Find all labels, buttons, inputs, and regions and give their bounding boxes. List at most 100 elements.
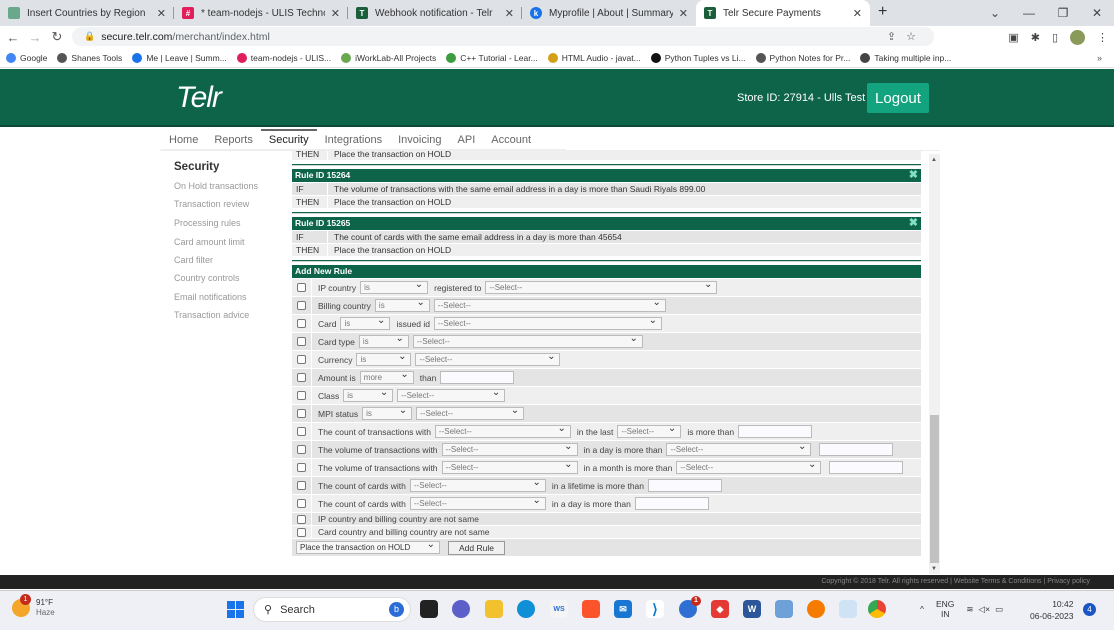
browser-tab[interactable]: #* team-nodejs - ULIS Technology✕	[174, 0, 348, 26]
sidebar-item-transaction-review[interactable]: Transaction review	[174, 199, 249, 209]
ip-country-select[interactable]: --Select--	[485, 279, 718, 294]
ip-country-checkbox[interactable]	[297, 283, 306, 292]
anydesk-icon[interactable]: ◆	[711, 600, 729, 618]
close-tab-icon[interactable]: ✕	[679, 7, 688, 20]
sidebar-item-processing-rules[interactable]: Processing rules	[174, 218, 241, 228]
volume-day-checkbox[interactable]	[297, 445, 306, 454]
wifi-icon[interactable]: ≋	[966, 604, 973, 615]
bookmark-item[interactable]: Python Notes for Pr...	[755, 52, 850, 63]
menu-invoicing[interactable]: Invoicing	[398, 132, 441, 149]
forward-icon[interactable]: →	[26, 30, 44, 45]
sidebar-item-country-controls[interactable]: Country controls	[174, 273, 240, 283]
thunderbird-icon[interactable]: 1	[679, 596, 701, 618]
cards-lifetime-checkbox[interactable]	[297, 481, 306, 490]
count-transactions-checkbox[interactable]	[297, 427, 306, 436]
scroll-down-icon[interactable]: ▼	[931, 566, 937, 572]
minimize-icon[interactable]: —	[1012, 6, 1046, 20]
mpi-status-checkbox[interactable]	[297, 409, 306, 418]
currency-select[interactable]: --Select--	[415, 351, 561, 366]
telr-logo[interactable]: Telr	[176, 81, 222, 115]
resource-monitor-icon[interactable]	[839, 600, 857, 618]
content-scrollbar[interactable]: ▲ ▼	[929, 154, 940, 574]
menu-api[interactable]: API	[458, 132, 476, 149]
billing-country-checkbox[interactable]	[297, 301, 306, 310]
amount-op-select[interactable]: more	[359, 369, 414, 384]
cards-lifetime-input[interactable]	[648, 479, 723, 492]
sidebar-item-on-hold[interactable]: On Hold transactions	[174, 181, 258, 191]
windows-start-icon[interactable]	[227, 601, 244, 618]
browser-tab-active[interactable]: T Telr Secure Payments ✕	[696, 0, 870, 26]
bookmark-item[interactable]: Google	[6, 52, 47, 63]
bookmark-star-icon[interactable]: ☆	[906, 31, 926, 43]
bookmark-item[interactable]: team-nodejs - ULIS...	[236, 52, 331, 63]
weather-widget[interactable]: 1 91°F Haze	[12, 594, 55, 618]
menu-reports[interactable]: Reports	[214, 132, 253, 149]
volume-day-field-select[interactable]: --Select--	[441, 441, 578, 456]
sidebar-item-card-filter[interactable]: Card filter	[174, 255, 213, 265]
profile-avatar[interactable]	[1070, 29, 1085, 45]
count-transactions-field-select[interactable]: --Select--	[434, 423, 571, 438]
billing-country-select[interactable]: --Select--	[433, 297, 666, 312]
sidebar-item-email-notifications[interactable]: Email notifications	[174, 292, 247, 302]
cards-day-checkbox[interactable]	[297, 499, 306, 508]
count-transactions-period-select[interactable]: --Select--	[617, 423, 682, 438]
volume-month-input[interactable]	[829, 461, 904, 474]
bookmark-item[interactable]: C++ Tutorial - Lear...	[446, 52, 538, 63]
reload-icon[interactable]: ↻	[48, 29, 66, 45]
bookmark-item[interactable]: iWorkLab-All Projects	[341, 52, 436, 63]
task-view-icon[interactable]	[420, 600, 438, 618]
teams-chat-icon[interactable]	[452, 600, 470, 618]
amount-input[interactable]	[440, 371, 515, 384]
edge-icon[interactable]	[517, 600, 535, 618]
volume-month-checkbox[interactable]	[297, 463, 306, 472]
side-panel-icon[interactable]: ▯	[1052, 31, 1058, 44]
card-type-op-select[interactable]: is	[358, 333, 409, 348]
lock-icon[interactable]: 🔒	[84, 31, 95, 42]
class-checkbox[interactable]	[297, 391, 306, 400]
browser-tab[interactable]: T Webhook notification - Telr ✕	[348, 0, 522, 26]
card-op-select[interactable]: is	[340, 315, 391, 330]
menu-kebab-icon[interactable]: ⋮	[1097, 31, 1108, 44]
bookmark-item[interactable]: Taking multiple inp...	[860, 52, 951, 63]
logout-button[interactable]: Logout	[867, 83, 929, 113]
tab-search-icon[interactable]: ⌄	[978, 6, 1012, 20]
language-indicator[interactable]: ENG IN	[936, 599, 954, 619]
currency-op-select[interactable]: is	[356, 351, 412, 366]
sidebar-item-transaction-advice[interactable]: Transaction advice	[174, 310, 249, 320]
mail-icon[interactable]: ✉	[614, 600, 632, 618]
restore-icon[interactable]: ❐	[1046, 6, 1080, 20]
vscode-icon[interactable]: ⟩	[646, 600, 664, 618]
bookmark-item[interactable]: HTML Audio - javat...	[547, 52, 641, 63]
class-op-select[interactable]: is	[343, 387, 394, 402]
card-checkbox[interactable]	[297, 319, 306, 328]
billing-country-op-select[interactable]: is	[374, 297, 430, 312]
new-tab-button[interactable]: +	[878, 0, 887, 26]
count-transactions-input[interactable]	[738, 425, 813, 438]
chrome-icon[interactable]	[868, 600, 886, 618]
cards-day-field-select[interactable]: --Select--	[409, 495, 546, 510]
card-type-select[interactable]: --Select--	[412, 333, 643, 348]
close-tab-icon[interactable]: ✕	[853, 7, 862, 20]
ip-billing-mismatch-checkbox[interactable]	[297, 514, 306, 524]
mpi-status-select[interactable]: --Select--	[416, 405, 525, 420]
card-issuer-select[interactable]: --Select--	[434, 315, 662, 330]
volume-muted-icon[interactable]: ◁×	[979, 604, 991, 615]
browser-tab[interactable]: Insert Countries by Region ✕	[0, 0, 174, 26]
menu-integrations[interactable]: Integrations	[325, 132, 382, 149]
volume-day-input[interactable]	[819, 443, 894, 456]
url-input[interactable]: 🔒 secure.telr.com/merchant/index.html ⇪☆	[72, 27, 934, 46]
word-icon[interactable]: W	[743, 600, 761, 618]
notification-badge[interactable]: 4	[1083, 603, 1096, 616]
card-type-checkbox[interactable]	[297, 337, 306, 346]
file-explorer-icon[interactable]	[485, 600, 503, 618]
rule-action-select[interactable]: Place the transaction on HOLD	[296, 539, 440, 554]
battery-icon[interactable]: ▭	[995, 604, 1003, 615]
currency-checkbox[interactable]	[297, 355, 306, 364]
delete-rule-icon[interactable]: ✖	[909, 169, 918, 182]
class-select[interactable]: --Select--	[397, 387, 506, 402]
ws-office-icon[interactable]: WS	[550, 600, 568, 618]
menu-security[interactable]: Security	[260, 129, 317, 149]
bookmark-item[interactable]: Python Tuples vs Li...	[650, 52, 746, 63]
close-tab-icon[interactable]: ✕	[505, 7, 514, 20]
amount-checkbox[interactable]	[297, 373, 306, 382]
